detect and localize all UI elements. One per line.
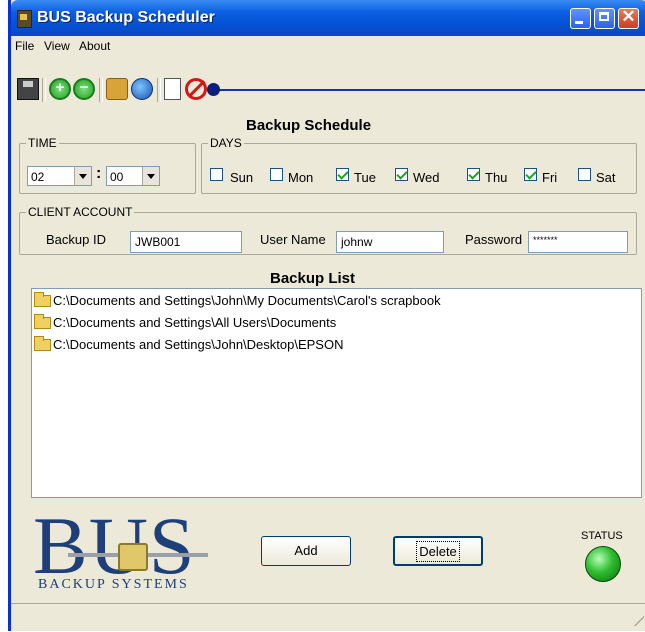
menu-view[interactable]: View (44, 39, 70, 53)
day-checkbox-sat[interactable] (578, 168, 591, 181)
menu-file[interactable]: File (15, 39, 34, 53)
delete-button-label: Delete (416, 541, 460, 562)
bus-logo: BUS BACKUP SYSTEMS (33, 500, 233, 595)
day-label-thu: Thu (485, 170, 508, 185)
app-icon (17, 10, 32, 28)
save-icon[interactable] (17, 78, 39, 100)
menu-bar: File View About (11, 36, 645, 56)
title-bar[interactable]: BUS Backup Scheduler ✕ (11, 0, 645, 36)
add-button[interactable]: Add (261, 536, 351, 566)
stop-icon[interactable] (185, 78, 207, 100)
minute-value: 00 (110, 170, 124, 184)
backup-list-title: Backup List (270, 270, 356, 287)
list-item-path: C:\Documents and Settings\John\Desktop\E… (53, 337, 344, 352)
day-checkbox-mon[interactable] (270, 168, 283, 181)
day-checkbox-sun[interactable] (210, 168, 223, 181)
password-label: Password (465, 232, 523, 247)
day-label-sun: Sun (230, 170, 254, 185)
minute-select[interactable]: 00 (106, 166, 160, 186)
add-button-label: Add (294, 543, 318, 558)
chevron-down-icon[interactable] (74, 167, 91, 185)
resize-grip-icon[interactable] (634, 616, 644, 626)
list-item-path: C:\Documents and Settings\All Users\Docu… (53, 315, 337, 330)
backup-list[interactable]: C:\Documents and Settings\John\My Docume… (31, 288, 642, 498)
toolbar-separator (157, 78, 161, 102)
client-account-group: CLIENT ACCOUNT Backup ID JWB001 User Nam… (19, 205, 637, 255)
globe-icon[interactable] (131, 78, 153, 100)
lock-icon[interactable] (106, 78, 128, 100)
backup-id-label: Backup ID (46, 232, 106, 247)
new-document-icon[interactable] (164, 78, 181, 100)
logo-tagline: BACKUP SYSTEMS (38, 577, 189, 592)
days-group: DAYS Sun Mon Tue Wed Thu Fri Sat (201, 136, 637, 194)
add-icon[interactable]: + (49, 78, 71, 100)
list-item-path: C:\Documents and Settings\John\My Docume… (53, 293, 441, 308)
close-button[interactable]: ✕ (618, 7, 639, 29)
day-label-fri: Fri (542, 170, 558, 185)
toolbar-separator (99, 78, 103, 102)
menu-about[interactable]: About (79, 39, 110, 53)
status-indicator (585, 546, 621, 582)
app-window: BUS Backup Scheduler ✕ File View About +… (8, 0, 645, 631)
day-label-wed: Wed (413, 170, 440, 185)
window-title: BUS Backup Scheduler (37, 9, 215, 26)
close-icon: ✕ (621, 7, 636, 26)
maximize-button[interactable] (594, 8, 615, 29)
hour-select[interactable]: 02 (27, 166, 92, 186)
slider-track[interactable] (219, 89, 645, 91)
folder-icon (34, 314, 51, 329)
hour-value: 02 (31, 170, 45, 184)
remove-icon[interactable]: − (73, 78, 95, 100)
password-field[interactable]: ******* (528, 231, 628, 253)
day-checkbox-wed[interactable] (395, 168, 408, 181)
folder-icon (34, 292, 51, 307)
day-label-mon: Mon (288, 170, 314, 185)
minimize-button[interactable] (570, 8, 591, 29)
toolbar: + − (11, 78, 645, 106)
status-bar (11, 603, 645, 632)
day-checkbox-tue[interactable] (336, 168, 349, 181)
chevron-down-icon[interactable] (142, 167, 159, 185)
day-label-tue: Tue (354, 170, 376, 185)
day-checkbox-thu[interactable] (467, 168, 480, 181)
client-account-legend: CLIENT ACCOUNT (28, 205, 133, 219)
padlock-icon (118, 543, 148, 571)
status-label: STATUS (581, 530, 623, 542)
time-separator: : (96, 165, 102, 182)
username-field[interactable]: johnw (336, 231, 444, 253)
toolbar-separator (42, 78, 46, 102)
delete-button[interactable]: Delete (393, 536, 483, 566)
day-checkbox-fri[interactable] (524, 168, 537, 181)
backup-schedule-title: Backup Schedule (246, 117, 372, 134)
time-legend: TIME (28, 136, 57, 150)
days-legend: DAYS (210, 136, 242, 150)
backup-id-field[interactable]: JWB001 (130, 231, 242, 253)
day-label-sat: Sat (596, 170, 616, 185)
folder-icon (34, 336, 51, 351)
time-group: TIME 02 : 00 (19, 136, 196, 194)
slider-thumb[interactable] (207, 83, 220, 96)
username-label: User Name (260, 232, 326, 247)
